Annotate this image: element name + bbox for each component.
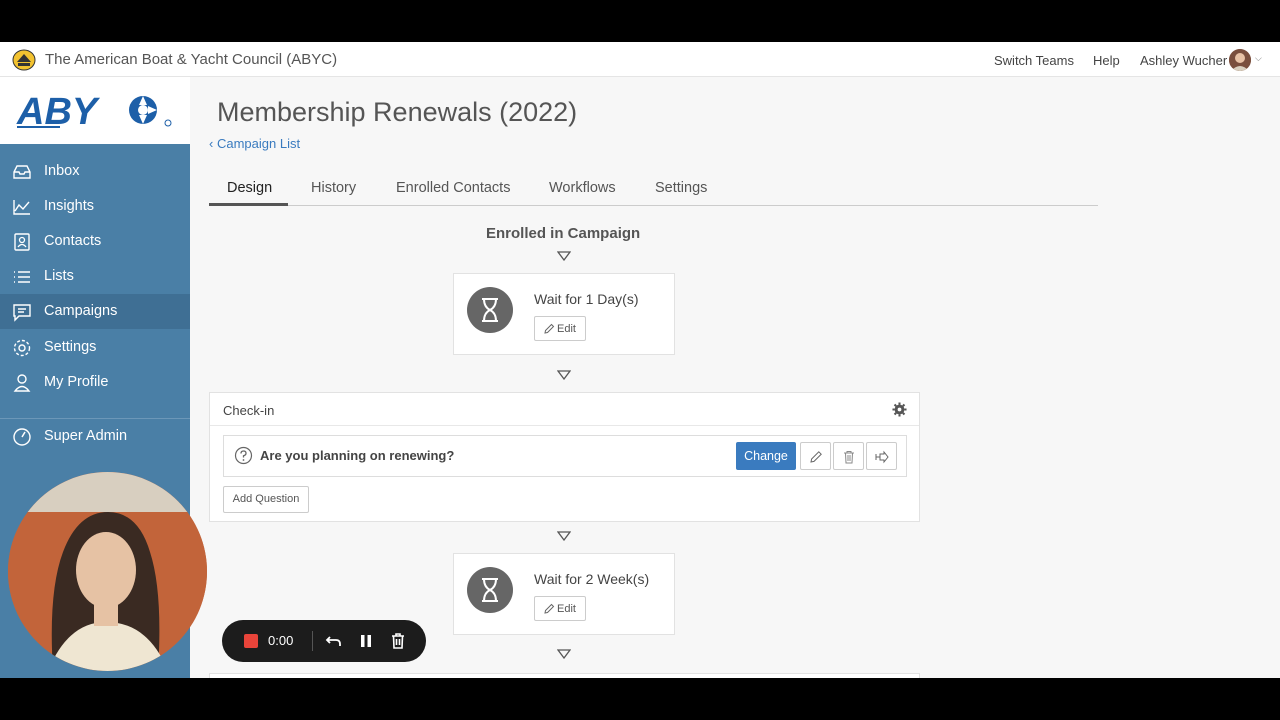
checkin-title: Check-in (223, 403, 275, 418)
chevron-down-icon[interactable]: ⌵ (1255, 53, 1262, 64)
sidebar-item-label: Lists (44, 268, 74, 284)
tab-enrolled-contacts[interactable]: Enrolled Contacts (396, 180, 510, 196)
hourglass-icon (467, 287, 513, 333)
sidebar-item-label: Insights (44, 198, 94, 214)
chevron-left-icon: ‹ (209, 136, 214, 151)
sidebar-item-label: My Profile (44, 374, 109, 390)
sidebar-item-label: Super Admin (44, 428, 128, 444)
trash-icon (844, 451, 854, 464)
active-tab-indicator (209, 203, 288, 206)
org-logo-icon (12, 49, 36, 71)
delete-question-button[interactable] (833, 442, 864, 470)
change-button[interactable]: Change (736, 442, 796, 470)
trash-icon[interactable] (388, 631, 408, 651)
question-text: Are you planning on renewing? (260, 448, 455, 463)
flow-start-heading: Enrolled in Campaign (486, 225, 641, 242)
checkin-header: Check-in (210, 393, 919, 426)
webcam-bubble[interactable] (8, 472, 207, 671)
question-icon (234, 446, 253, 465)
share-arrow-icon (875, 450, 889, 464)
help-link[interactable]: Help (1093, 53, 1120, 68)
question-row: Are you planning on renewing? Change (223, 435, 907, 477)
app-window: The American Boat & Yacht Council (ABYC)… (0, 42, 1280, 678)
tab-workflows[interactable]: Workflows (549, 180, 616, 196)
undo-icon[interactable] (324, 631, 344, 651)
wait-step-label: Wait for 1 Day(s) (534, 291, 639, 307)
chart-icon (13, 200, 30, 215)
letterbox-top (0, 0, 1280, 42)
sidebar-item-label: Contacts (44, 233, 102, 249)
edit-button[interactable]: Edit (534, 596, 586, 621)
page-title: Membership Renewals (2022) (217, 97, 578, 127)
sidebar-item-label: Campaigns (44, 303, 118, 319)
letterbox-bottom (0, 678, 1280, 720)
sidebar-item-my-profile[interactable]: My Profile (0, 365, 190, 400)
pencil-icon (544, 323, 555, 334)
avatar[interactable] (1229, 49, 1251, 71)
sidebar-item-settings[interactable]: Settings (0, 330, 190, 365)
switch-teams-link[interactable]: Switch Teams (994, 53, 1074, 68)
avatar-image (1229, 49, 1251, 71)
sidebar-item-insights[interactable]: Insights (0, 189, 190, 224)
sidebar-item-contacts[interactable]: Contacts (0, 224, 190, 259)
sidebar-item-label: Settings (44, 339, 97, 355)
pause-icon[interactable] (356, 631, 376, 651)
wait-step-card: Wait for 1 Day(s) Edit (453, 273, 675, 355)
abyc-logo-icon: ABY (16, 91, 172, 133)
toolbar-divider (312, 631, 313, 651)
top-bar: The American Boat & Yacht Council (ABYC)… (0, 42, 1280, 77)
webcam-video (8, 472, 207, 671)
tab-settings[interactable]: Settings (655, 180, 707, 196)
user-name[interactable]: Ashley Wucher (1140, 53, 1227, 68)
gear-icon (13, 339, 31, 357)
checkin-card: Check-in Are you planning on renewing? C… (209, 392, 920, 522)
sidebar-item-inbox[interactable]: Inbox (0, 154, 190, 189)
chat-icon (13, 304, 31, 322)
add-question-button[interactable]: Add Question (223, 486, 309, 513)
list-icon (14, 271, 30, 283)
pencil-icon (810, 451, 822, 463)
edit-button-label: Edit (557, 323, 576, 335)
brand-logo[interactable]: ABY (0, 77, 190, 144)
branch-question-button[interactable] (866, 442, 897, 470)
edit-button-label: Edit (557, 603, 576, 615)
dashboard-icon (13, 428, 31, 446)
tab-history[interactable]: History (311, 180, 356, 196)
sidebar-item-lists[interactable]: Lists (0, 259, 190, 294)
org-name: The American Boat & Yacht Council (ABYC) (45, 51, 338, 68)
wait-step-label: Wait for 2 Week(s) (534, 571, 650, 587)
tab-design[interactable]: Design (227, 180, 272, 196)
stop-recording-button[interactable] (244, 634, 258, 648)
tab-bar: Design History Enrolled Contacts Workflo… (209, 168, 1098, 206)
back-link-label: Campaign List (216, 136, 301, 151)
wait-step-card: Wait for 2 Week(s) Edit (453, 553, 675, 635)
recording-toolbar: 0:00 (222, 620, 426, 662)
edit-button[interactable]: Edit (534, 316, 586, 341)
sidebar-item-super-admin[interactable]: Super Admin (0, 419, 190, 454)
flow-arrow-icon (557, 649, 571, 659)
flow-arrow-icon (557, 531, 571, 541)
flow-arrow-icon (557, 251, 571, 261)
user-icon (13, 374, 31, 392)
campaign-list-link[interactable]: ‹ Campaign List (209, 136, 300, 151)
sidebar-item-campaigns[interactable]: Campaigns (0, 294, 190, 329)
edit-question-button[interactable] (800, 442, 831, 470)
inbox-icon (13, 165, 31, 179)
contacts-icon (14, 233, 30, 251)
sidebar-item-label: Inbox (44, 163, 80, 179)
pencil-icon (544, 603, 555, 614)
recording-timer: 0:00 (268, 633, 294, 648)
gear-icon[interactable] (892, 402, 907, 417)
hourglass-icon (467, 567, 513, 613)
flow-arrow-icon (557, 370, 571, 380)
